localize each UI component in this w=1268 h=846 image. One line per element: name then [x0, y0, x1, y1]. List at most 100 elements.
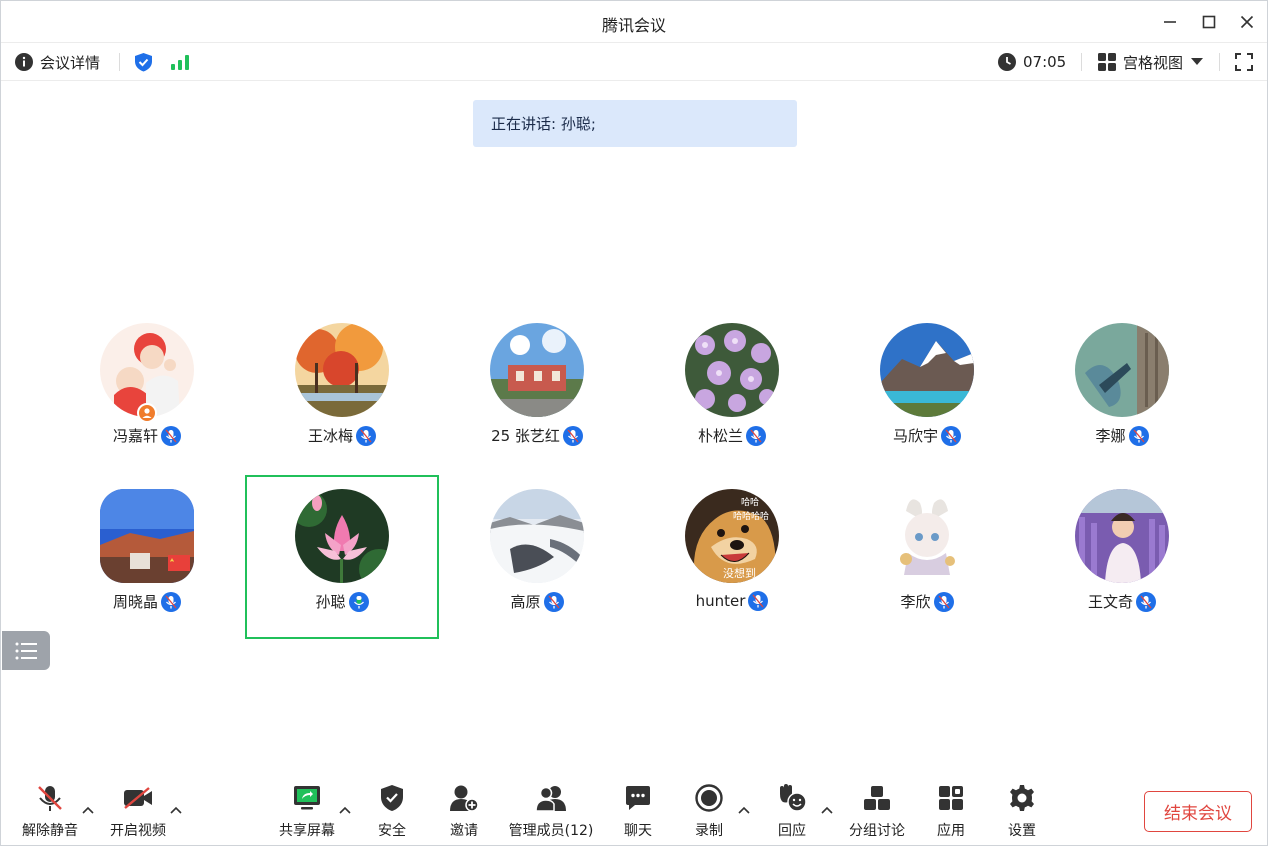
participant-tile[interactable]: 冯嘉轩 [50, 309, 244, 473]
chevron-up-icon [339, 806, 351, 814]
unmute-label: 解除静音 [22, 823, 78, 839]
mic-muted-icon [356, 425, 376, 446]
shield-check-icon [381, 785, 403, 811]
record-label: 录制 [695, 823, 723, 839]
share-options-caret[interactable] [338, 804, 352, 816]
signal-bars-icon [171, 55, 189, 70]
shield-check-icon [135, 53, 152, 72]
mic-muted-icon [1136, 591, 1156, 612]
network-signal[interactable] [171, 43, 189, 81]
mic-muted-icon [161, 425, 181, 446]
participant-name: 王冰梅 [307, 427, 353, 445]
mic-muted-icon [746, 425, 766, 446]
minimize-button[interactable] [1157, 9, 1183, 35]
start-video-label: 开启视频 [110, 823, 166, 839]
meeting-details-button[interactable]: 会议详情 [15, 43, 100, 81]
grid-view-icon [1098, 53, 1116, 71]
participant-name-row: 冯嘉轩 [50, 425, 244, 446]
chevron-up-icon [821, 806, 833, 814]
close-button[interactable] [1234, 9, 1260, 35]
raise-hand-icon [780, 784, 807, 812]
avatar [490, 489, 584, 583]
reaction-button[interactable]: 回应 [763, 781, 821, 841]
avatar [490, 323, 584, 417]
end-meeting-button[interactable]: 结束会议 [1144, 791, 1252, 832]
divider [1081, 53, 1082, 71]
view-switcher[interactable]: 宫格视图 [1098, 43, 1204, 81]
invite-button[interactable]: 邀请 [435, 781, 493, 841]
gear-icon [1010, 785, 1034, 811]
chevron-up-icon [170, 806, 182, 814]
participant-name-row: 马欣宇 [830, 425, 1024, 446]
participant-tile[interactable]: 王文奇 [1025, 475, 1219, 639]
speaking-indicator: 正在讲话: 孙聪; [473, 100, 797, 147]
participant-tile[interactable]: 周晓晶 [50, 475, 244, 639]
chat-bubble-icon [626, 786, 650, 810]
participant-tile[interactable]: 李欣 [830, 475, 1024, 639]
participant-tile-active-speaker[interactable]: 孙聪 [245, 475, 439, 639]
mic-muted-icon [543, 591, 564, 612]
participant-tile[interactable]: 王冰梅 [245, 309, 439, 473]
fullscreen-icon [1235, 53, 1253, 71]
start-video-button[interactable]: 开启视频 [107, 781, 169, 841]
manage-members-button[interactable]: 管理成员(12) [506, 781, 596, 841]
host-badge [137, 403, 157, 423]
participant-tile[interactable]: 李娜 [1025, 309, 1219, 473]
caret-down-icon [1191, 58, 1204, 65]
participant-tile[interactable]: 高原 [440, 475, 634, 639]
window-title: 腾讯会议 [601, 16, 666, 35]
maximize-button[interactable] [1196, 9, 1222, 35]
clock-icon [998, 53, 1016, 71]
info-bar: 会议详情 07:05 宫格视图 [1, 43, 1267, 81]
chat-button[interactable]: 聊天 [609, 781, 667, 841]
participant-name-row: 周晓晶 [50, 591, 244, 612]
audio-options-caret[interactable] [81, 804, 95, 816]
mic-muted-icon [1128, 425, 1149, 446]
unmute-button[interactable]: 解除静音 [19, 781, 81, 841]
record-options-caret[interactable] [737, 804, 751, 816]
participant-tile[interactable]: 马欣宇 [830, 309, 1024, 473]
member-list-toggle-button[interactable] [2, 631, 50, 670]
avatar [100, 489, 194, 583]
video-options-caret[interactable] [169, 804, 183, 816]
mic-muted-icon [38, 786, 62, 811]
participant-tile[interactable]: 哈哈 哈哈哈哈 没想到 hunter [635, 475, 829, 639]
mic-muted-icon [933, 591, 954, 612]
reaction-options-caret[interactable] [820, 804, 834, 816]
participant-name: 高原 [510, 593, 541, 611]
security-status[interactable] [134, 43, 153, 81]
avatar [295, 323, 389, 417]
settings-label: 设置 [1008, 823, 1036, 839]
avatar [1075, 489, 1169, 583]
mic-muted-icon [748, 591, 769, 611]
avatar [295, 489, 389, 583]
avatar: 哈哈 哈哈哈哈 没想到 [685, 489, 779, 583]
maximize-icon [1202, 15, 1216, 29]
participant-name: 王文奇 [1087, 593, 1133, 611]
title-bar: 腾讯会议 [1, 1, 1267, 43]
participant-name: 李欣 [900, 593, 931, 611]
security-button[interactable]: 安全 [363, 781, 421, 841]
share-screen-icon [294, 786, 320, 810]
settings-button[interactable]: 设置 [993, 781, 1051, 841]
close-icon [1240, 15, 1254, 29]
chat-label: 聊天 [624, 823, 652, 839]
security-label: 安全 [378, 823, 406, 839]
apps-label: 应用 [937, 823, 965, 839]
record-button[interactable]: 录制 [680, 781, 738, 841]
participant-name: 马欣宇 [892, 427, 938, 445]
breakout-rooms-button[interactable]: 分组讨论 [844, 781, 910, 841]
avatar-caption: 没想到 [723, 566, 756, 580]
list-icon [15, 642, 37, 659]
participant-tile[interactable]: 25 张艺红 [440, 309, 634, 473]
participant-name: 朴松兰 [697, 427, 743, 445]
avatar [880, 489, 974, 583]
participant-tile[interactable]: 朴松兰 [635, 309, 829, 473]
meeting-details-label: 会议详情 [40, 53, 101, 72]
minimize-icon [1164, 21, 1176, 23]
manage-members-label: 管理成员(12) [508, 823, 594, 839]
fullscreen-button[interactable] [1235, 43, 1253, 81]
apps-button[interactable]: 应用 [922, 781, 980, 841]
divider [1219, 53, 1220, 71]
share-screen-button[interactable]: 共享屏幕 [276, 781, 338, 841]
